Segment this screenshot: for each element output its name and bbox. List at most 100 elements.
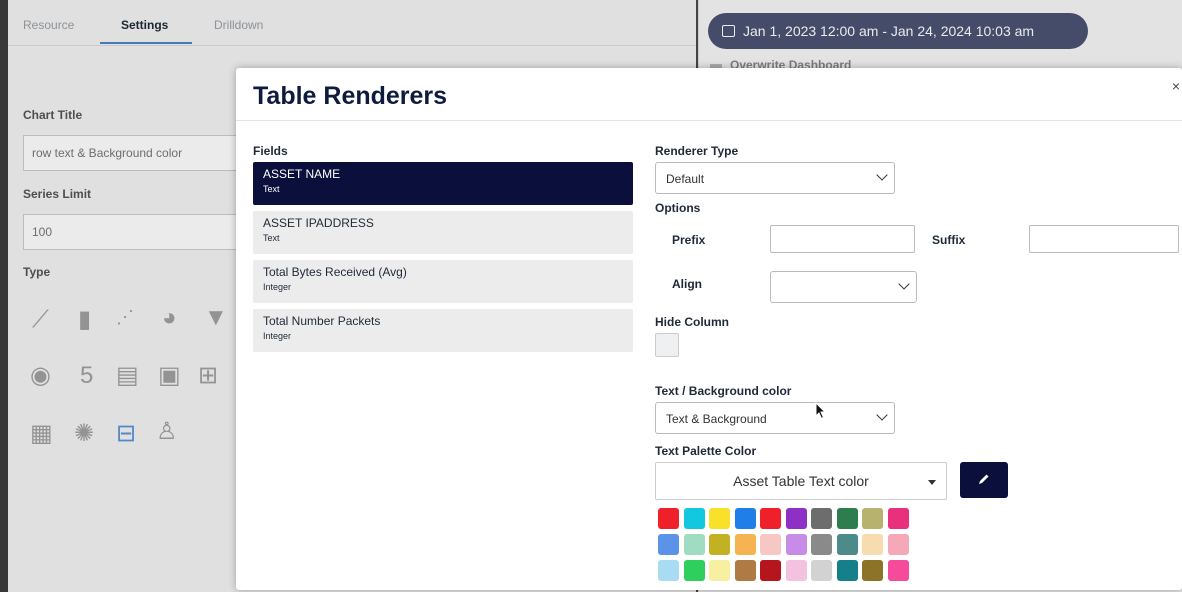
text-bg-color-label: Text / Background color — [655, 384, 792, 398]
funnel-chart-icon[interactable]: ▼ — [204, 306, 228, 330]
align-label: Align — [672, 277, 702, 291]
metric-chart-icon[interactable]: ♙ — [156, 420, 178, 444]
options-label: Options — [655, 201, 701, 215]
series-limit-label: Series Limit — [23, 187, 92, 201]
sunburst-icon[interactable]: ✺ — [74, 422, 94, 446]
number-icon[interactable]: 5 — [80, 364, 93, 388]
fields-label: Fields — [253, 144, 288, 158]
window-edge — [0, 0, 8, 592]
color-swatch[interactable] — [836, 508, 858, 529]
edit-palette-button[interactable] — [960, 462, 1008, 498]
series-limit-input[interactable]: 100 — [23, 214, 253, 250]
line-chart-icon[interactable]: ⟋ — [32, 308, 49, 332]
color-swatch[interactable] — [683, 508, 705, 529]
color-swatch[interactable] — [658, 508, 679, 529]
color-swatch[interactable] — [862, 508, 883, 529]
hierarchy-icon[interactable]: ⊞ — [198, 364, 218, 388]
palette-label: Text Palette Color — [655, 444, 757, 458]
color-swatch[interactable] — [811, 508, 832, 529]
caret-down-icon — [928, 480, 936, 485]
date-range-picker[interactable]: Jan 1, 2023 12:00 am - Jan 24, 2024 10:0… — [708, 13, 1088, 49]
modal-divider — [236, 120, 1182, 121]
color-swatch[interactable] — [862, 560, 883, 581]
color-swatch[interactable] — [811, 534, 832, 555]
color-swatch[interactable] — [811, 560, 832, 581]
field-item-asset-ipaddress[interactable]: ASSET IPADDRESS Text — [253, 211, 633, 254]
color-swatch[interactable] — [760, 560, 781, 581]
tab-drilldown[interactable]: Drilldown — [214, 18, 263, 32]
field-type: Text — [263, 184, 280, 194]
calendar-icon — [722, 25, 735, 37]
hide-column-label: Hide Column — [655, 315, 729, 329]
color-swatch[interactable] — [862, 534, 883, 555]
color-swatch[interactable] — [785, 560, 807, 581]
palette-select[interactable]: Asset Table Text color — [655, 462, 947, 500]
tab-resource[interactable]: Resource — [23, 18, 74, 32]
color-swatch[interactable] — [785, 508, 807, 529]
field-type: Integer — [263, 331, 292, 341]
pencil-icon — [979, 474, 989, 484]
renderer-type-label: Renderer Type — [655, 144, 739, 158]
color-swatch[interactable] — [709, 534, 730, 555]
suffix-label: Suffix — [932, 233, 966, 247]
field-type: Text — [263, 233, 280, 243]
close-icon[interactable]: × — [1172, 78, 1180, 94]
bar-chart-icon[interactable]: ▮ — [78, 308, 91, 332]
color-swatch[interactable] — [734, 508, 756, 529]
renderer-type-value: Default — [666, 172, 705, 186]
field-item-total-bytes[interactable]: Total Bytes Received (Avg) Integer — [253, 260, 633, 303]
table-renderers-modal: Table Renderers × Fields ASSET NAME Text… — [236, 68, 1182, 590]
field-item-total-packets[interactable]: Total Number Packets Integer — [253, 309, 633, 352]
field-name: ASSET IPADDRESS — [263, 216, 374, 230]
color-swatch[interactable] — [734, 534, 756, 555]
chart-title-label: Chart Title — [23, 108, 83, 122]
pie-chart-icon[interactable]: ◕ — [162, 306, 177, 330]
field-item-asset-name[interactable]: ASSET NAME Text — [253, 162, 633, 205]
list-table-icon[interactable]: ▤ — [116, 364, 139, 388]
field-name: Total Bytes Received (Avg) — [263, 265, 407, 279]
active-tab-indicator — [100, 42, 192, 44]
modal-title: Table Renderers — [253, 82, 448, 110]
suffix-input[interactable] — [1029, 225, 1179, 253]
color-swatch[interactable] — [709, 560, 730, 581]
chevron-down-icon — [876, 409, 888, 421]
color-swatch[interactable] — [887, 508, 909, 529]
type-label: Type — [23, 265, 51, 279]
mouse-cursor-icon — [815, 402, 827, 420]
tab-bar: Resource Settings Drilldown — [8, 0, 696, 46]
chevron-down-icon — [876, 169, 888, 181]
scatter-chart-icon[interactable]: ⋰ — [116, 308, 134, 326]
field-type: Integer — [263, 282, 292, 292]
date-range-text: Jan 1, 2023 12:00 am - Jan 24, 2024 10:0… — [743, 23, 1035, 39]
color-swatch[interactable] — [760, 534, 781, 555]
field-name: ASSET NAME — [263, 167, 341, 181]
color-swatch[interactable] — [887, 534, 909, 555]
color-swatch[interactable] — [836, 534, 858, 555]
hide-column-checkbox[interactable] — [655, 333, 679, 357]
align-select[interactable] — [770, 271, 917, 303]
text-bg-color-value: Text & Background — [666, 412, 767, 426]
color-swatch[interactable] — [658, 560, 679, 581]
color-swatch[interactable] — [760, 508, 781, 529]
prefix-input[interactable] — [770, 225, 915, 253]
grid-icon[interactable]: ▦ — [30, 422, 53, 446]
color-swatch[interactable] — [683, 534, 705, 555]
renderer-type-select[interactable]: Default — [655, 162, 895, 194]
color-swatch[interactable] — [887, 560, 909, 581]
globe-icon[interactable]: ◉ — [30, 364, 51, 388]
color-swatch[interactable] — [658, 534, 679, 555]
chevron-down-icon — [898, 278, 910, 290]
table-icon[interactable]: ⊟ — [116, 422, 136, 446]
prefix-label: Prefix — [672, 233, 706, 247]
chart-title-input[interactable]: row text & Background color — [23, 135, 253, 171]
color-swatch[interactable] — [785, 534, 807, 555]
field-name: Total Number Packets — [263, 314, 381, 328]
color-swatch[interactable] — [709, 508, 730, 529]
text-bg-color-select[interactable]: Text & Background — [655, 402, 895, 434]
tab-settings[interactable]: Settings — [121, 18, 168, 32]
color-swatch[interactable] — [836, 560, 858, 581]
color-swatch[interactable] — [734, 560, 756, 581]
card-icon[interactable]: ▣ — [158, 364, 181, 388]
color-swatch[interactable] — [683, 560, 705, 581]
palette-value: Asset Table Text color — [733, 473, 869, 489]
